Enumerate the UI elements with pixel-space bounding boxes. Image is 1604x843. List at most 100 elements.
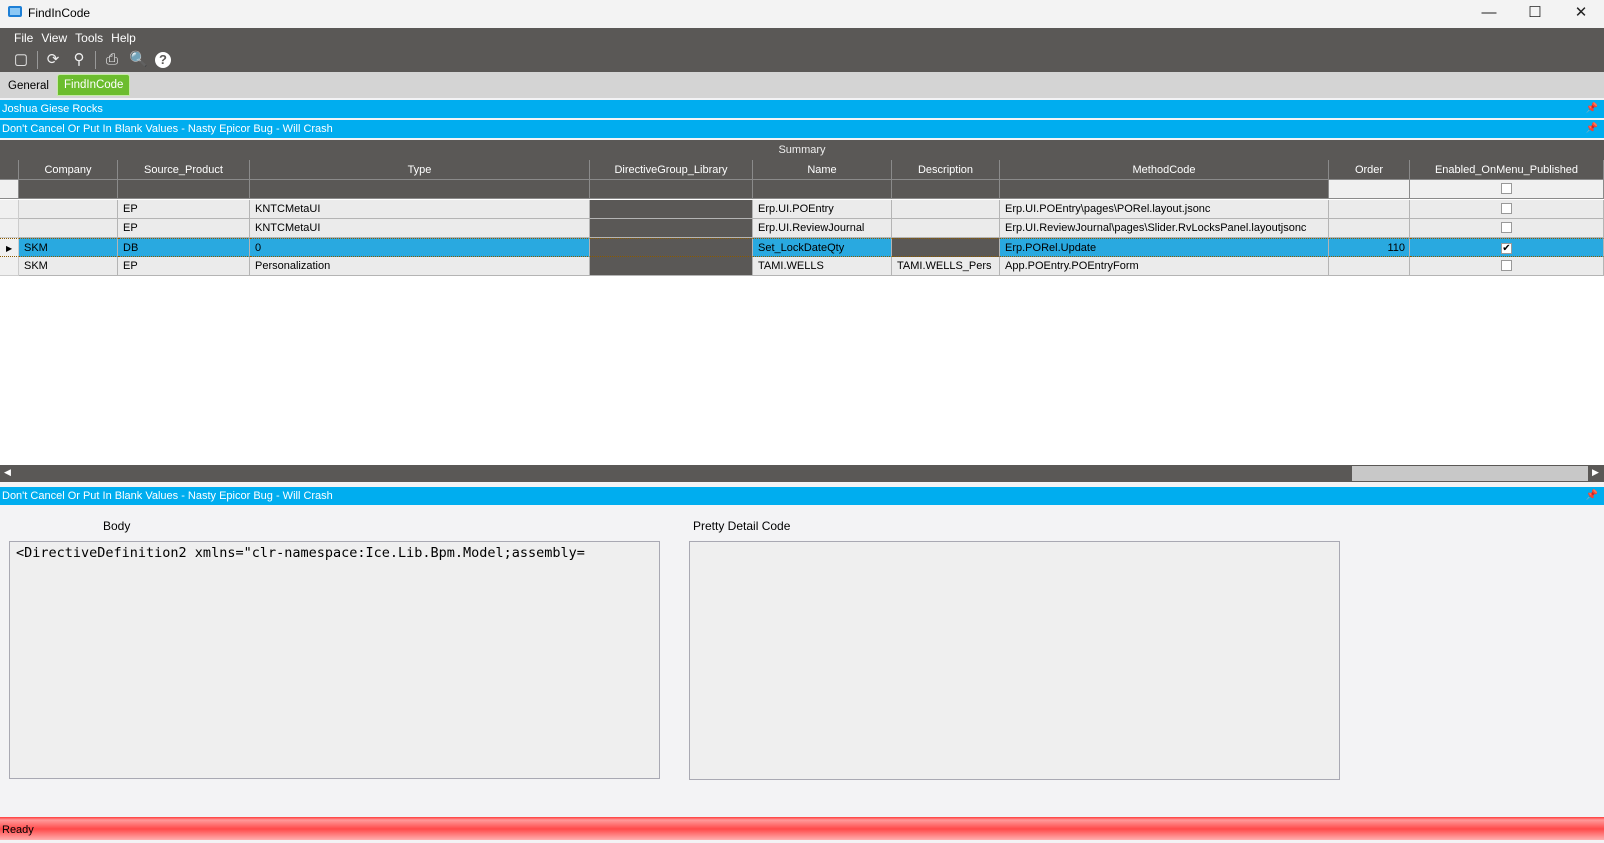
menu-view[interactable]: View [41,28,67,48]
row-selector[interactable] [0,200,19,219]
filter-row[interactable] [0,180,1604,199]
row-selector[interactable] [0,219,19,238]
cell-order[interactable] [1329,200,1410,219]
close-button[interactable]: ✕ [1558,0,1604,28]
cell-company[interactable] [19,200,118,219]
cell-directivegroup_library[interactable] [590,219,753,238]
scroll-right-icon[interactable]: ▶ [1592,467,1599,478]
help-icon[interactable]: ? [155,52,171,68]
column-header-directivegroup_library[interactable]: DirectiveGroup_Library [590,160,753,180]
minimize-button[interactable]: — [1466,0,1512,28]
table-row[interactable]: EP KNTCMetaUI Erp.UI.POEntry Erp.UI.POEntry… [0,200,1604,219]
cell-name[interactable]: Erp.UI.ReviewJournal [753,219,892,238]
cell-methodcode[interactable]: Erp.UI.ReviewJournal\pages\Slider.RvLock… [1000,219,1329,238]
row-selector[interactable] [0,257,19,276]
cell-methodcode[interactable]: Erp.UI.POEntry\pages\PORel.layout.jsonc [1000,200,1329,219]
new-icon[interactable]: ▢ [12,51,30,69]
body-textbox[interactable]: <DirectiveDefinition2 xmlns="clr-namespa… [9,541,660,779]
cell-name[interactable]: Erp.UI.POEntry [753,200,892,219]
column-header-source_product[interactable]: Source_Product [118,160,250,180]
filter-cell[interactable] [1410,180,1604,199]
cell-source_product[interactable]: EP [118,200,250,219]
print-icon[interactable]: ⎙ [103,51,121,69]
enabled-checkbox[interactable] [1501,222,1512,233]
cell-description[interactable]: TAMI.WELLS_Pers [892,257,1000,276]
cell-type[interactable]: 0 [250,238,590,257]
clear-icon[interactable]: ⚲ [70,51,88,69]
pin-icon[interactable]: 📌 [1586,100,1598,118]
cell-name[interactable]: Set_LockDateQty [753,238,892,257]
maximize-button[interactable]: ☐ [1512,0,1558,28]
tab-general[interactable]: General [2,76,55,98]
tab-bar: General FindInCode [0,72,1604,98]
cell-order[interactable] [1329,257,1410,276]
horizontal-scrollbar[interactable]: ◀ ▶ [0,465,1604,482]
column-header-description[interactable]: Description [892,160,1000,180]
cell-enabled[interactable]: ✔ [1410,238,1604,257]
row-selector[interactable]: ▶ [0,238,19,257]
cell-description[interactable] [892,238,1000,257]
summary-grid: Summary Company Source_Product Type Directi… [0,140,1604,466]
scrollbar-thumb[interactable] [1352,466,1588,481]
pin-icon[interactable]: 📌 [1586,487,1598,505]
column-header-order[interactable]: Order [1329,160,1410,180]
cell-name[interactable]: TAMI.WELLS [753,257,892,276]
column-header-methodcode[interactable]: MethodCode [1000,160,1329,180]
enabled-checkbox[interactable] [1501,260,1512,271]
enabled-checkbox[interactable]: ✔ [1501,243,1512,254]
cell-source_product[interactable]: EP [118,257,250,276]
menu-tools[interactable]: Tools [75,28,103,48]
cell-description[interactable] [892,200,1000,219]
cell-order[interactable]: 110 [1329,238,1410,257]
app-icon [8,6,22,17]
cell-source_product[interactable]: DB [118,238,250,257]
menu-file[interactable]: File [14,28,33,48]
pin-icon[interactable]: 📌 [1586,120,1598,138]
cell-directivegroup_library[interactable] [590,200,753,219]
refresh-icon[interactable]: ⟳ [44,51,62,69]
cell-directivegroup_library[interactable] [590,238,753,257]
filter-cell[interactable] [1329,180,1410,199]
menu-bar: File View Tools Help [0,28,1604,48]
table-row[interactable]: SKM EP Personalization TAMI.WELLS TAMI.WELLS… [0,257,1604,276]
filter-cell[interactable] [250,180,590,199]
table-row[interactable]: ▶ SKM DB 0 Set_LockDateQty Erp.PORel.Update 11… [0,238,1604,257]
cell-enabled[interactable] [1410,257,1604,276]
tab-findincode[interactable]: FindInCode [57,74,131,96]
filter-cell[interactable] [892,180,1000,199]
cell-enabled[interactable] [1410,200,1604,219]
filter-cell[interactable] [590,180,753,199]
filter-cell[interactable] [118,180,250,199]
grid-caption: Summary [0,140,1604,160]
filter-cell[interactable] [1000,180,1329,199]
cell-company[interactable]: SKM [19,257,118,276]
print-preview-icon[interactable]: 🔍 [129,51,148,69]
cell-type[interactable]: KNTCMetaUI [250,200,590,219]
cell-methodcode[interactable]: Erp.PORel.Update [1000,238,1329,257]
pretty-detail-textbox[interactable] [689,541,1340,780]
column-header-name[interactable]: Name [753,160,892,180]
cell-description[interactable] [892,219,1000,238]
menu-help[interactable]: Help [111,28,136,48]
grid-header-row: Company Source_Product Type DirectiveGroup_… [0,160,1604,180]
column-header-company[interactable]: Company [19,160,118,180]
cell-methodcode[interactable]: App.POEntry.POEntryForm [1000,257,1329,276]
cell-order[interactable] [1329,219,1410,238]
scroll-left-icon[interactable]: ◀ [4,467,11,478]
cell-company[interactable] [19,219,118,238]
filter-cell[interactable] [753,180,892,199]
pretty-detail-label: Pretty Detail Code [693,519,791,533]
cell-enabled[interactable] [1410,219,1604,238]
table-row[interactable]: EP KNTCMetaUI Erp.UI.ReviewJournal Erp.UI.R… [0,219,1604,238]
cell-type[interactable]: Personalization [250,257,590,276]
filter-cell[interactable] [19,180,118,199]
banner-panel-2: Don't Cancel Or Put In Blank Values - Na… [0,120,1604,138]
column-header-enabled[interactable]: Enabled_OnMenu_Published [1410,160,1604,180]
cell-type[interactable]: KNTCMetaUI [250,219,590,238]
enabled-checkbox[interactable] [1501,203,1512,214]
cell-source_product[interactable]: EP [118,219,250,238]
cell-directivegroup_library[interactable] [590,257,753,276]
column-header-type[interactable]: Type [250,160,590,180]
cell-company[interactable]: SKM [19,238,118,257]
filter-checkbox[interactable] [1501,183,1512,194]
